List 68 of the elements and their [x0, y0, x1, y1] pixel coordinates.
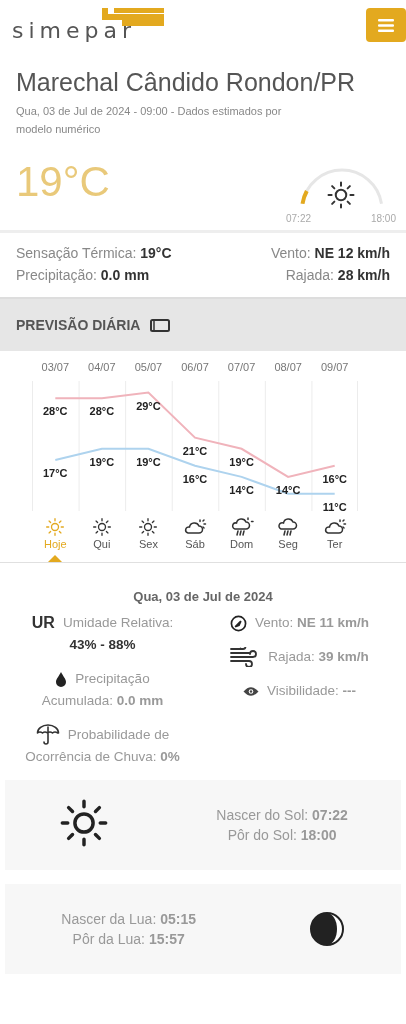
date-label: 04/07 — [88, 361, 116, 373]
sunrise-text: Nascer do Sol: 07:22 — [216, 807, 348, 823]
sunset-time: 18:00 — [370, 213, 396, 224]
cloud-sun-icon — [183, 517, 207, 537]
sunrise-time: 07:22 — [286, 213, 312, 224]
gauge-icon — [229, 614, 247, 632]
temperature-label: 28°C — [43, 405, 68, 418]
date-label: 08/07 — [274, 361, 302, 373]
rain-cloud-icon — [277, 517, 300, 537]
day-tab[interactable]: Ter — [311, 517, 358, 562]
temperature-label: 14°C — [275, 483, 301, 496]
detail-text: Vento: NE 11 km/h — [254, 614, 370, 632]
temperature-label: 16°C — [182, 472, 208, 485]
temperature-label: 19°C — [136, 455, 161, 468]
detail-text: Visibilidade: --- — [266, 682, 357, 700]
moonset-text: Pôr da Lua: 15:57 — [72, 931, 185, 947]
temperature-label: 28°C — [89, 405, 115, 418]
date-label: 06/07 — [181, 361, 209, 373]
current-reading: Sensação Térmica: 19°C — [16, 245, 173, 261]
details-date: Qua, 03 de Jul de 2024 — [132, 589, 274, 604]
storm-cloud-icon — [229, 517, 254, 537]
date-label: 07/07 — [227, 361, 256, 373]
detail-label: Umidade Relativa: — [62, 614, 174, 632]
cloud-sun-icon — [322, 517, 347, 537]
umbrella-icon — [35, 724, 60, 746]
temperature-label: 19°C — [229, 455, 254, 468]
temperature-label: 21°C — [182, 444, 208, 457]
temperature-label: 17°C — [43, 467, 68, 480]
drop-icon — [55, 671, 68, 687]
temperature-label: 19°C — [89, 455, 115, 468]
section-title: PREVISÃO DIÁRIA — [16, 317, 141, 333]
moonrise-text: Nascer da Lua: 05:15 — [61, 911, 196, 927]
current-reading: Precipitação: 0.0 mm — [16, 267, 151, 283]
detail-value: Acumulada: 0.0 mm — [41, 692, 164, 710]
menu-icon — [378, 18, 394, 32]
temperature-label: 29°C — [136, 399, 161, 412]
detail-value: 43% - 88% — [69, 636, 136, 654]
day-tab[interactable]: Sáb — [171, 517, 219, 562]
sun-icon — [45, 517, 66, 537]
temperature-label: 16°C — [322, 472, 347, 485]
logo-text: simepar — [12, 22, 137, 40]
moon-phase-icon — [308, 911, 345, 947]
update-subtitle: Qua, 03 de Jul de 2024 - 09:00 - Dados estimados por modelo numérico — [16, 104, 283, 137]
city-title: Marechal Cândido Rondon/PR — [16, 68, 357, 97]
detail-value: Ocorrência de Chuva: 0% — [25, 748, 180, 766]
detail-label: Probabilidade de — [67, 726, 170, 744]
current-temperature: 19°C — [16, 158, 110, 206]
day-tab[interactable]: Seg — [264, 517, 312, 562]
day-tab[interactable]: Dom — [218, 517, 265, 562]
date-label: 03/07 — [41, 361, 70, 373]
detail-label: Precipitação — [75, 670, 150, 688]
temperature-label: 14°C — [229, 483, 254, 496]
sunset-text: Pôr do Sol: 18:00 — [227, 827, 337, 843]
day-tab[interactable]: Sex — [125, 517, 172, 562]
current-reading: Rajada: 28 km/h — [284, 267, 390, 283]
phone-landscape-icon — [150, 318, 171, 332]
date-label: 09/07 — [320, 361, 349, 373]
temperature-label: 11°C — [322, 500, 347, 511]
menu-button[interactable] — [366, 8, 406, 42]
sun-icon — [138, 517, 159, 537]
detail-text: Rajada: 39 km/h — [268, 648, 369, 666]
humidity-label: UR — [31, 613, 55, 633]
sun-icon — [91, 517, 112, 537]
sun-icon — [326, 180, 356, 210]
day-tab[interactable]: Qui — [78, 517, 126, 562]
date-label: 05/07 — [134, 361, 163, 373]
current-reading: Vento: NE 12 km/h — [269, 245, 390, 261]
eye-icon — [242, 685, 259, 697]
